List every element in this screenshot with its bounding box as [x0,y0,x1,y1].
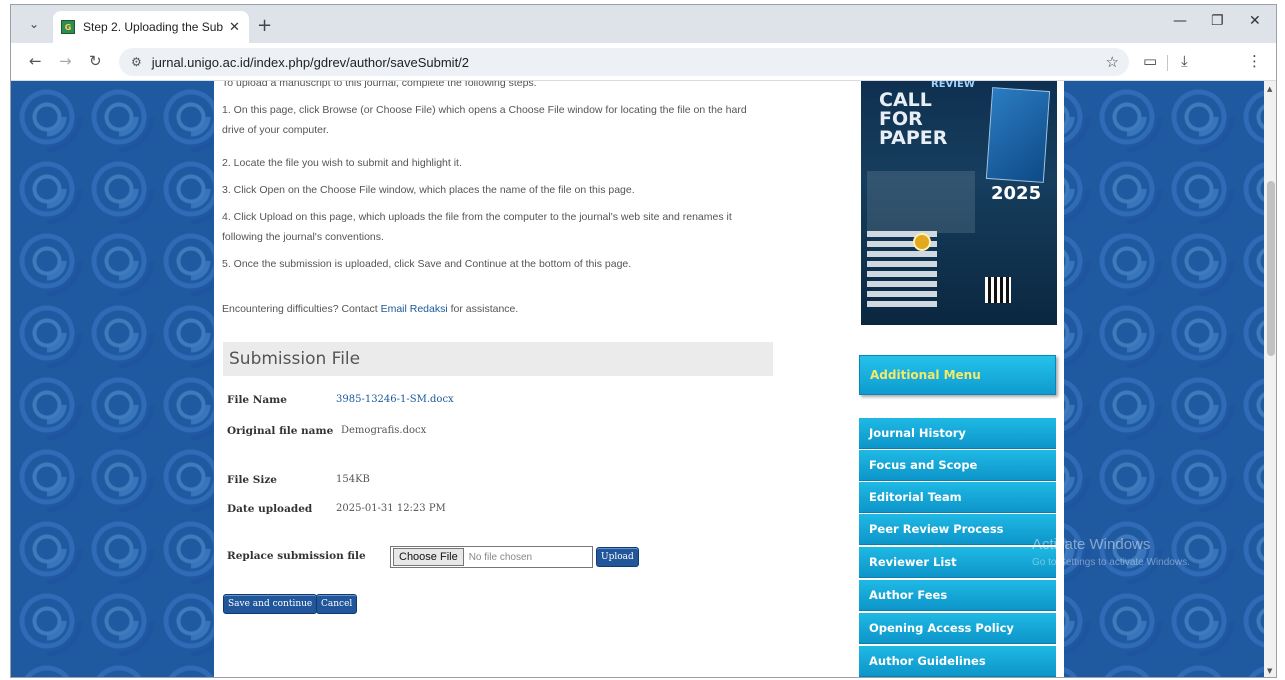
browser-window: ⌄ G Step 2. Uploading the Submissi ✕ + —… [10,4,1277,678]
activate-windows-subtext: Go to Settings to activate Windows. [1032,557,1190,568]
replace-file-label: Replace submission file [227,550,366,562]
sidebar-item-label: Opening Access Policy [869,621,1014,635]
sidebar-item-reviewer-list[interactable]: Reviewer List [859,547,1056,578]
qr-code-icon [985,277,1011,303]
no-file-chosen-text: No file chosen [468,551,533,563]
poster-review-text: REVIEW [931,81,975,90]
extensions-icon[interactable]: ▭ [1143,52,1157,70]
sidebar-item-author-guidelines[interactable]: Author Guidelines [859,646,1056,677]
section-title: Submission File [229,349,361,369]
poster-focus-box [867,171,975,233]
instruction-step-5: 5. Once the submission is uploaded, clic… [222,258,632,270]
scroll-up-arrow-icon[interactable]: ▲ [1267,85,1272,93]
scroll-down-arrow-icon[interactable]: ▼ [1267,667,1272,675]
poster-year-text: 2025 [991,183,1042,204]
accreditation-medal-icon [913,233,931,251]
contact-suffix: for assistance. [450,303,519,315]
back-icon[interactable]: ← [29,52,42,70]
instruction-step-4: 4. Click Upload on this page, which uplo… [222,211,732,243]
submission-file-heading: Submission File [223,342,773,376]
site-info-icon[interactable]: ⚙ [131,55,142,69]
new-tab-icon[interactable]: + [257,15,272,36]
favicon-icon: G [61,20,75,34]
upload-button[interactable]: Upload [596,547,639,567]
sidebar-item-peer-review-process[interactable]: Peer Review Process [859,514,1056,545]
sidebar-item-journal-history[interactable]: Journal History [859,418,1056,449]
tab-close-icon[interactable]: ✕ [229,20,240,35]
sidebar-item-label: Author Fees [869,588,948,602]
sidebar-item-author-fees[interactable]: Author Fees [859,580,1056,611]
toolbar-separator [1167,55,1168,71]
menu-dots-icon[interactable]: ⋮ [1247,52,1262,70]
choose-file-button[interactable]: Choose File [393,548,464,566]
vertical-scrollbar[interactable]: ▲ ▼ [1264,81,1276,677]
sidebar-item-label: Peer Review Process [869,522,1004,536]
sidebar-item-editorial-team[interactable]: Editorial Team [859,482,1056,513]
sidebar-item-label: Journal History [869,426,966,440]
file-size-value: 154KB [336,474,370,485]
download-icon[interactable]: ⤓ [1181,52,1188,70]
sidebar-item-label: Editorial Team [869,490,962,504]
instruction-step-3: 3. Click Open on the Choose File window,… [222,184,635,196]
additional-menu-heading: Additional Menu [859,355,1056,395]
forward-icon[interactable]: → [59,52,72,70]
sidebar-item-opening-access-policy[interactable]: Opening Access Policy [859,613,1056,644]
save-and-continue-button[interactable]: Save and continue [223,594,318,614]
browser-tab-active[interactable]: G Step 2. Uploading the Submissi ✕ [53,11,249,43]
date-uploaded-value: 2025-01-31 12:23 PM [336,503,446,514]
call-for-paper-poster[interactable]: REVIEW CALL FOR PAPER 2025 [861,81,1057,325]
close-window-icon[interactable]: ✕ [1249,13,1261,29]
scrollbar-thumb[interactable] [1267,181,1275,356]
address-bar[interactable]: ⚙ jurnal.unigo.ac.id/index.php/gdrev/aut… [119,48,1129,76]
file-name-label: File Name [227,394,287,406]
tab-search-chevron-icon[interactable]: ⌄ [23,14,45,34]
original-file-name-value: Demografis.docx [341,425,427,436]
cancel-button[interactable]: Cancel [316,594,358,614]
activate-windows-watermark: Activate Windows [1032,536,1151,553]
reload-icon[interactable]: ↻ [89,52,102,70]
tab-title: Step 2. Uploading the Submissi [83,20,223,34]
sidebar-item-focus-and-scope[interactable]: Focus and Scope [859,450,1056,481]
bookmark-star-icon[interactable]: ☆ [1106,53,1119,71]
sidebar-item-label: Reviewer List [869,555,957,569]
contact-line: Encountering difficulties? Contact Email… [222,299,762,319]
instruction-step-1: 1. On this page, click Browse (or Choose… [222,104,747,136]
contact-prefix: Encountering difficulties? Contact [222,303,378,315]
url-text: jurnal.unigo.ac.id/index.php/gdrev/autho… [151,54,470,70]
minimize-icon[interactable]: — [1173,13,1187,29]
instructions-intro: To upload a manuscript to this journal, … [222,81,537,89]
tab-strip: ⌄ G Step 2. Uploading the Submissi ✕ + —… [11,5,1276,43]
page-content: To upload a manuscript to this journal, … [214,81,1064,677]
poster-call-text: CALL FOR PAPER [879,89,948,149]
sidebar-item-label: Focus and Scope [869,458,978,472]
restore-icon[interactable]: ❐ [1211,13,1224,29]
instruction-step-2: 2. Locate the file you wish to submit an… [222,157,462,169]
email-redaksi-link[interactable]: Email Redaksi [381,303,448,315]
sidebar-item-label: Author Guidelines [869,654,986,668]
browser-toolbar: ← → ↻ ⚙ jurnal.unigo.ac.id/index.php/gdr… [11,43,1276,81]
file-name-link[interactable]: 3985-13246-1-SM.docx [336,394,454,405]
date-uploaded-label: Date uploaded [227,503,313,515]
file-size-label: File Size [227,474,277,486]
additional-menu-title: Additional Menu [870,368,981,382]
page-viewport: To upload a manuscript to this journal, … [11,81,1264,677]
original-file-name-label: Original file name [227,425,334,437]
file-input[interactable]: Choose File No file chosen [390,546,593,568]
journal-cover-image [985,87,1051,183]
